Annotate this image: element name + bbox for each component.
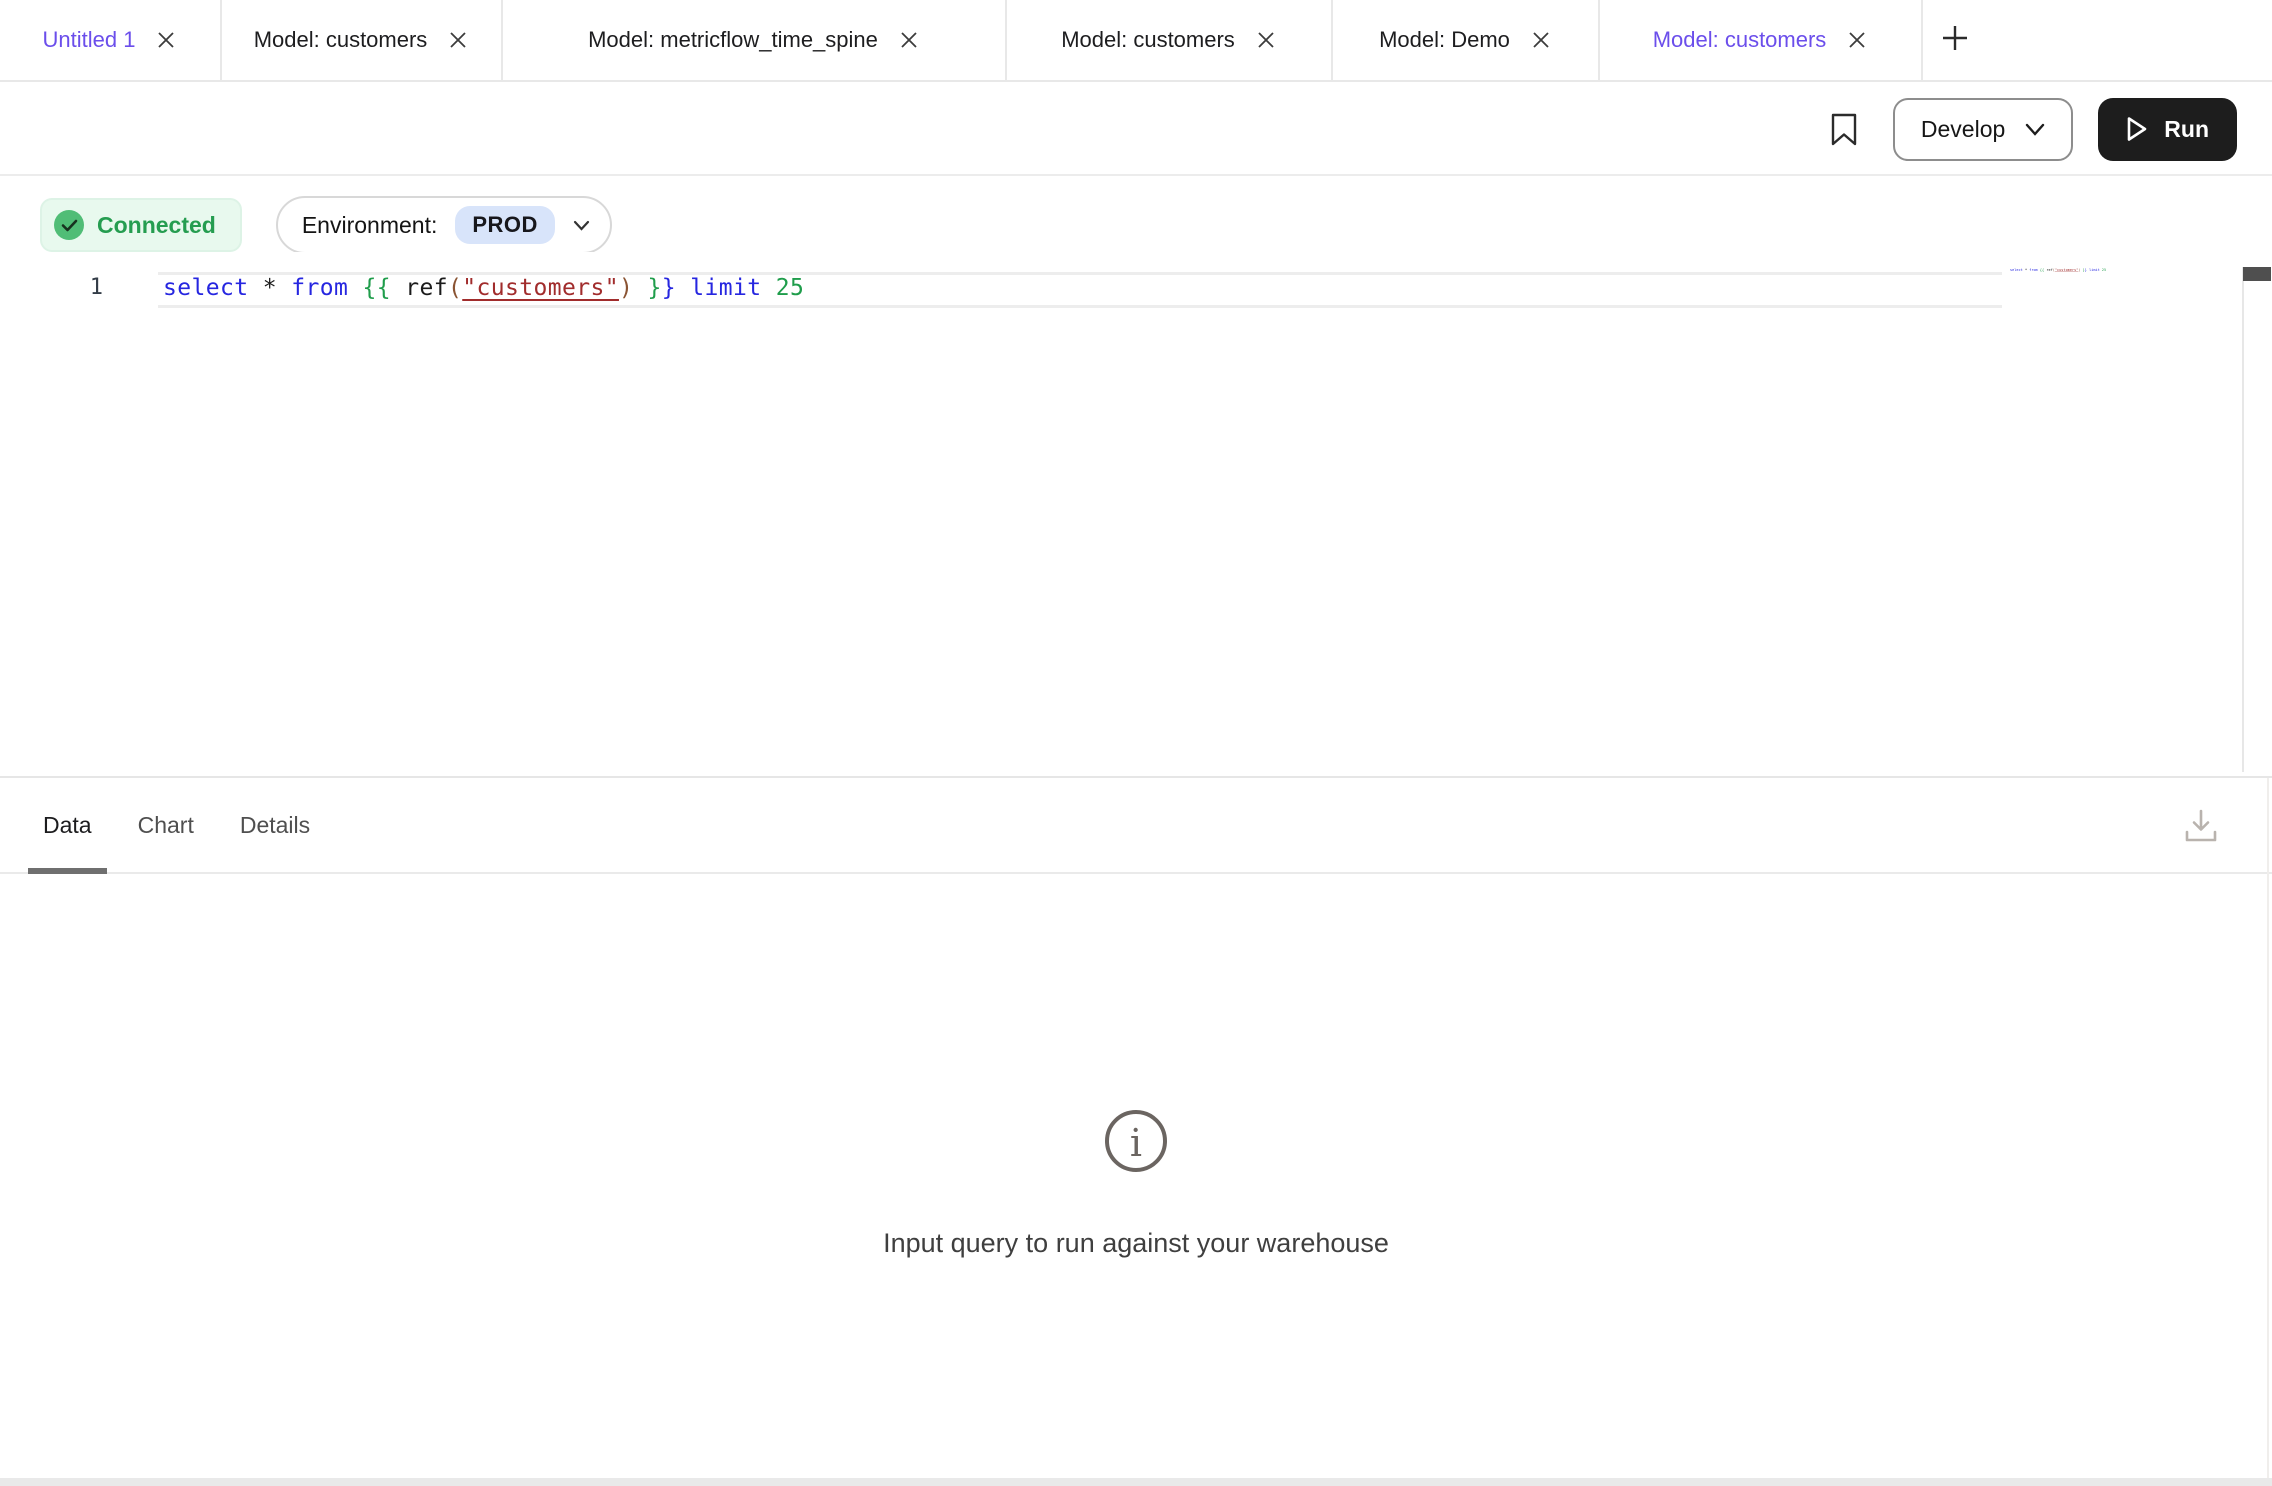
svg-text:i: i xyxy=(1130,1121,1142,1165)
editor-scrollbar-thumb[interactable] xyxy=(2243,267,2271,281)
empty-state-message: Input query to run against your warehous… xyxy=(883,1228,1389,1259)
results-panel: Data Chart Details i Input query to run … xyxy=(0,776,2272,1478)
chevron-down-icon xyxy=(2025,123,2045,136)
develop-button[interactable]: Develop xyxy=(1893,98,2073,161)
tab-label: Model: metricflow_time_spine xyxy=(588,27,878,53)
play-icon xyxy=(2126,116,2148,142)
app-window: Untitled 1 Model: customers Model: metri… xyxy=(0,0,2272,1486)
environment-selector[interactable]: Environment: PROD xyxy=(276,196,612,254)
tab-data[interactable]: Data xyxy=(28,778,107,872)
tab-untitled-1[interactable]: Untitled 1 xyxy=(0,0,222,80)
download-icon xyxy=(2184,808,2218,844)
plus-icon xyxy=(1939,22,1971,59)
connection-status-label: Connected xyxy=(97,212,216,239)
results-tab-label: Chart xyxy=(138,812,194,839)
editor-scrollbar-track xyxy=(2242,267,2244,772)
close-icon[interactable] xyxy=(1255,29,1277,51)
editor-minimap: select * from {{ ref("customers") }} lim… xyxy=(2010,268,2106,272)
develop-button-label: Develop xyxy=(1921,116,2005,143)
close-icon[interactable] xyxy=(898,29,920,51)
close-icon[interactable] xyxy=(1530,29,1552,51)
bookmark-icon xyxy=(1831,113,1857,146)
info-icon: i xyxy=(1103,1108,1169,1174)
new-tab-button[interactable] xyxy=(1923,0,1987,80)
tab-model-customers-1[interactable]: Model: customers xyxy=(222,0,503,80)
download-button[interactable] xyxy=(2184,778,2218,874)
close-icon[interactable] xyxy=(155,29,177,51)
line-number: 1 xyxy=(0,275,103,300)
empty-state: i Input query to run against your wareho… xyxy=(0,1108,2272,1259)
tab-label: Model: customers xyxy=(1653,27,1827,53)
chevron-down-icon xyxy=(573,220,590,231)
connection-status-badge: Connected xyxy=(40,198,242,252)
status-row: Connected Environment: PROD xyxy=(40,196,612,254)
tab-chart[interactable]: Chart xyxy=(123,778,209,872)
results-tab-bar: Data Chart Details xyxy=(0,778,2272,874)
environment-value-chip: PROD xyxy=(455,206,555,244)
close-icon[interactable] xyxy=(447,29,469,51)
tab-model-metricflow-time-spine[interactable]: Model: metricflow_time_spine xyxy=(503,0,1007,80)
run-button[interactable]: Run xyxy=(2098,98,2237,161)
run-button-label: Run xyxy=(2164,116,2209,143)
tab-label: Model: customers xyxy=(254,27,428,53)
code-line[interactable]: select * from {{ ref("customers") }} lim… xyxy=(163,275,804,301)
bottom-divider-band xyxy=(0,1478,2272,1486)
tab-model-demo[interactable]: Model: Demo xyxy=(1333,0,1600,80)
tab-details[interactable]: Details xyxy=(225,778,325,872)
results-tab-label: Data xyxy=(43,812,92,839)
tab-label: Untitled 1 xyxy=(43,27,136,53)
results-tab-label: Details xyxy=(240,812,310,839)
tab-model-customers-2[interactable]: Model: customers xyxy=(1007,0,1333,80)
sql-editor[interactable]: 1 select * from {{ ref("customers") }} l… xyxy=(0,252,2272,776)
close-icon[interactable] xyxy=(1846,29,1868,51)
environment-label: Environment: xyxy=(302,212,438,239)
tab-label: Model: Demo xyxy=(1379,27,1510,53)
tab-model-customers-3[interactable]: Model: customers xyxy=(1600,0,1923,80)
editor-tab-bar: Untitled 1 Model: customers Model: metri… xyxy=(0,0,2272,82)
toolbar: Develop Run xyxy=(0,84,2272,176)
check-icon xyxy=(54,210,84,240)
bookmark-button[interactable] xyxy=(1831,113,1857,146)
tab-label: Model: customers xyxy=(1061,27,1235,53)
